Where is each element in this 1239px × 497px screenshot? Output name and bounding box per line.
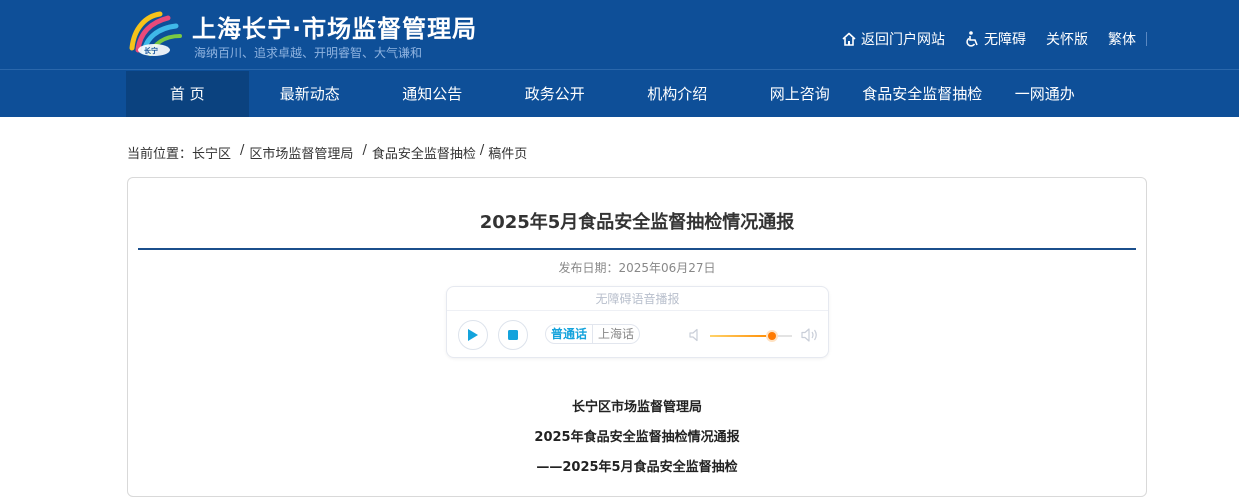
volume-high-icon[interactable] [801,327,819,343]
lang-shanghainese-option[interactable]: 上海话 [592,325,639,343]
publish-date: 发布日期：2025年06月27日 [558,261,716,275]
breadcrumb-separator: / [479,143,485,158]
nav-item-home[interactable]: 首 页 [126,71,249,117]
volume-slider-fill [710,335,772,337]
article-report-title: 2025年食品安全监督抽检情况通报 [534,430,740,445]
wheelchair-icon [966,31,978,47]
traditional-chinese-label: 繁体 [1108,32,1136,48]
nav-item-online-consult[interactable]: 网上咨询 [739,71,862,117]
portal-link-label: 返回门户网站 [861,32,945,48]
breadcrumb-prefix: 当前位置： [127,147,193,162]
logo-icon[interactable]: 长宁 [126,10,184,58]
stop-icon [508,330,518,340]
care-mode-label: 关怀版 [1046,32,1088,48]
top-links-divider [1146,32,1147,46]
nav-item-organization[interactable]: 机构介绍 [616,71,739,117]
breadcrumb-separator: / [362,143,367,158]
audio-player: 无障碍语音播报 普通话 上海话 [446,286,829,358]
breadcrumb-item-district[interactable]: 长宁区 [192,143,231,162]
accessibility-link[interactable]: 无障碍 [965,29,1026,49]
volume-slider[interactable] [710,332,792,340]
volume-low-icon[interactable] [689,328,701,342]
breadcrumb-separator: / [240,143,245,158]
svg-text:长宁: 长宁 [144,46,158,55]
nav-item-news[interactable]: 最新动态 [249,71,372,117]
care-mode-link[interactable]: 关怀版 [1046,29,1088,49]
language-toggle: 普通话 上海话 [545,324,641,344]
article-issuer: 长宁区市场监督管理局 [571,400,702,415]
audio-player-label: 无障碍语音播报 [447,287,828,311]
top-links: 返回门户网站 无障碍 关怀版 繁体 [821,29,1147,49]
nav-item-food-safety[interactable]: 食品安全监督抽检 [861,71,984,117]
traditional-chinese-link[interactable]: 繁体 [1108,29,1136,49]
breadcrumb-item-food-safety[interactable]: 食品安全监督抽检 [372,143,476,162]
accessibility-link-label: 无障碍 [984,32,1026,48]
lang-mandarin-option[interactable]: 普通话 [546,325,592,343]
site-header: 长宁 上海长宁·市场监督管理局 海纳百川、追求卓越、开明睿智、大气谦和 返回门户… [0,0,1239,117]
nav-item-one-stop-service[interactable]: 一网通办 [984,71,1107,117]
breadcrumb-item-bureau[interactable]: 区市场监督管理局 [249,143,353,162]
play-icon [468,329,478,341]
home-icon [842,32,856,46]
breadcrumb-item-current: 稿件页 [488,147,528,162]
stop-button[interactable] [498,320,528,350]
article-subtitle: ——2025年5月食品安全监督抽检 [536,460,738,475]
article-title: 2025年5月食品安全监督抽检情况通报 [479,212,795,233]
site-slogan: 海纳百川、追求卓越、开明睿智、大气谦和 [194,46,423,60]
article-card: 2025年5月食品安全监督抽检情况通报 发布日期：2025年06月27日 无障碍… [127,177,1147,497]
play-button[interactable] [458,320,488,350]
nav-item-notices[interactable]: 通知公告 [371,71,494,117]
title-divider [138,248,1136,250]
main-nav: 首 页 最新动态 通知公告 政务公开 机构介绍 网上咨询 食品安全监督抽检 一网… [126,71,1106,117]
site-title[interactable]: 上海长宁·市场监督管理局 [192,9,477,44]
header-top-bar: 长宁 上海长宁·市场监督管理局 海纳百川、追求卓越、开明睿智、大气谦和 返回门户… [0,0,1239,70]
breadcrumb: 当前位置： 长宁区 / 区市场监督管理局 / 食品安全监督抽检 / 稿件页 [127,143,527,162]
nav-item-government-affairs[interactable]: 政务公开 [494,71,617,117]
volume-slider-handle[interactable] [767,332,776,340]
portal-link[interactable]: 返回门户网站 [841,29,945,49]
